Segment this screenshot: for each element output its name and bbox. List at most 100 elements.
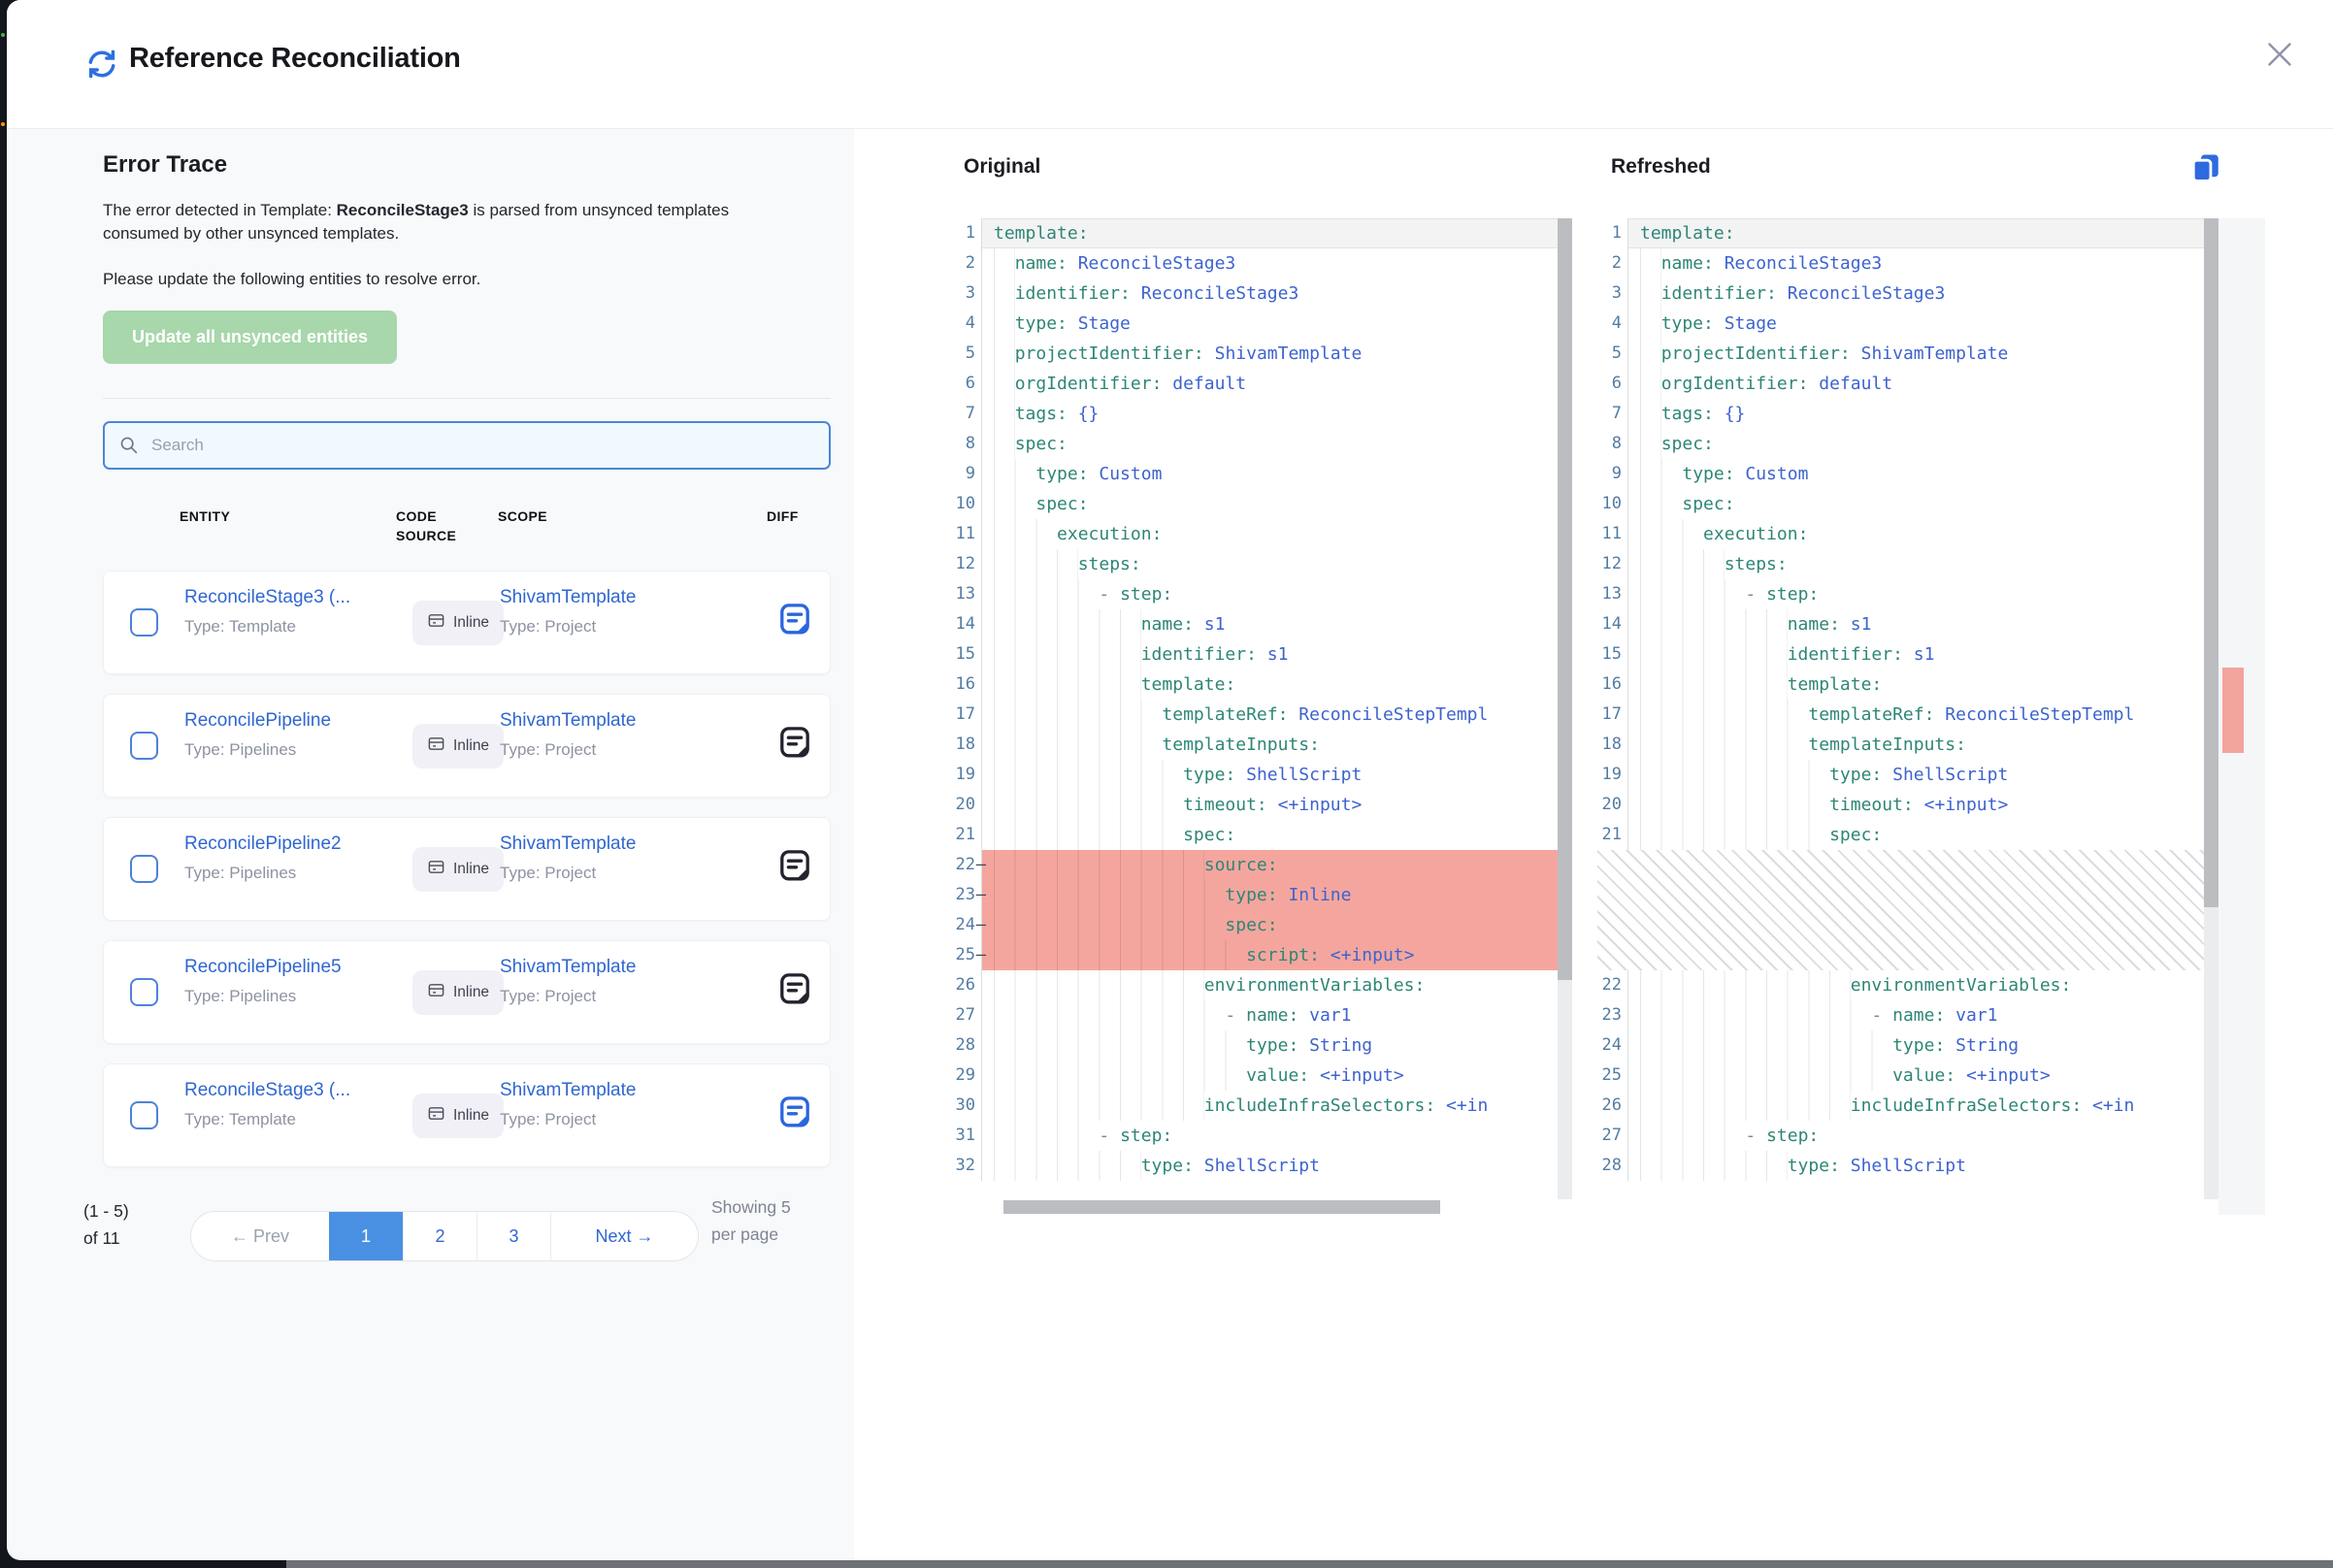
code-line: 4 type: Stage <box>951 309 1572 339</box>
code-source-badge: Inline <box>412 970 504 1015</box>
line-number: 14 <box>1597 609 1628 639</box>
diff-file-icon[interactable] <box>777 971 812 1006</box>
line-number: 16 <box>1597 670 1628 700</box>
entity-name-link[interactable]: ReconcilePipeline <box>184 710 331 732</box>
row-checkbox[interactable] <box>130 732 158 760</box>
code-line: 23– type: Inline <box>951 880 1572 910</box>
line-number: 6 <box>951 369 982 399</box>
refreshed-code-panel: 1template:2 name: ReconcileStage33 ident… <box>1597 218 2218 1215</box>
entity-name-link[interactable]: ReconcilePipeline5 <box>184 957 342 978</box>
code-source-label: Inline <box>453 1107 489 1125</box>
diff-file-icon[interactable] <box>777 848 812 883</box>
background-speck <box>1 33 5 37</box>
code-line: 28 type: String <box>951 1030 1572 1061</box>
inline-storage-icon <box>427 981 445 1004</box>
scope-name-link[interactable]: ShivamTemplate <box>500 833 636 855</box>
line-number: 7 <box>951 399 982 429</box>
line-number: 4 <box>951 309 982 339</box>
code-line: 19 type: ShellScript <box>951 760 1572 790</box>
entity-name-link[interactable]: ReconcileStage3 (... <box>184 1080 350 1101</box>
entity-name-link[interactable]: ReconcileStage3 (... <box>184 587 350 608</box>
table-row: ReconcilePipelineType: PipelinesInlineSh… <box>103 694 831 798</box>
line-number: 28 <box>1597 1151 1628 1181</box>
line-number: 19 <box>1597 760 1628 790</box>
background-speck <box>1 122 5 126</box>
code-line: 10 spec: <box>1597 489 2218 519</box>
diff-change-marker[interactable] <box>2222 668 2244 753</box>
code-line: 12 steps: <box>951 549 1572 579</box>
line-number: 21 <box>951 820 982 850</box>
next-page-button[interactable]: Next → <box>550 1212 698 1260</box>
code-line: 25– script: <+input> <box>951 940 1572 970</box>
code-line: 21 spec: <box>1597 820 2218 850</box>
refreshed-vertical-scrollbar-thumb[interactable] <box>2204 218 2218 907</box>
line-number: 31 <box>951 1121 982 1151</box>
line-number: 11 <box>1597 519 1628 549</box>
page-button-2[interactable]: 2 <box>403 1212 476 1260</box>
code-line: 11 execution: <box>1597 519 2218 549</box>
scope-type-label: Type: Project <box>500 1110 596 1129</box>
line-number: 18 <box>1597 730 1628 760</box>
scope-name-link[interactable]: ShivamTemplate <box>500 1080 636 1101</box>
code-line: 2 name: ReconcileStage3 <box>1597 248 2218 278</box>
copy-icon[interactable] <box>2189 151 2222 184</box>
code-line: 20 timeout: <+input> <box>1597 790 2218 820</box>
line-number: 29 <box>951 1061 982 1091</box>
row-checkbox[interactable] <box>130 1101 158 1129</box>
code-source-badge: Inline <box>412 601 504 645</box>
inline-storage-icon <box>427 735 445 758</box>
pagination: ← Prev 123 Next → <box>190 1211 699 1261</box>
update-all-unsynced-entities-button[interactable]: Update all unsynced entities <box>103 310 397 364</box>
code-line: 12 steps: <box>1597 549 2218 579</box>
entity-type-label: Type: Pipelines <box>184 987 296 1006</box>
line-number: 19 <box>951 760 982 790</box>
line-number: 28 <box>951 1030 982 1061</box>
underlying-page-scrollbar[interactable] <box>286 1560 2333 1568</box>
refreshed-panel-title: Refreshed <box>1611 155 1711 179</box>
diff-gap-hatched <box>1597 850 2218 970</box>
diff-file-icon[interactable] <box>777 602 812 637</box>
code-line: 2 name: ReconcileStage3 <box>951 248 1572 278</box>
code-line: 27 - step: <box>1597 1121 2218 1151</box>
diff-file-icon[interactable] <box>777 1094 812 1129</box>
line-number: 4 <box>1597 309 1628 339</box>
code-line: 9 type: Custom <box>951 459 1572 489</box>
entity-type-label: Type: Pipelines <box>184 864 296 883</box>
code-line: 10 spec: <box>951 489 1572 519</box>
scope-name-link[interactable]: ShivamTemplate <box>500 710 636 732</box>
row-checkbox[interactable] <box>130 978 158 1006</box>
diff-file-icon[interactable] <box>777 725 812 760</box>
code-source-label: Inline <box>453 984 489 1001</box>
table-row: ReconcileStage3 (...Type: TemplateInline… <box>103 571 831 674</box>
entity-type-label: Type: Pipelines <box>184 740 296 760</box>
code-line: 16 template: <box>1597 670 2218 700</box>
page-button-1[interactable]: 1 <box>329 1212 403 1260</box>
line-number: 9 <box>1597 459 1628 489</box>
code-line: 31 - step: <box>951 1121 1572 1151</box>
code-line: 1template: <box>1597 218 2218 248</box>
code-source-label: Inline <box>453 614 489 632</box>
original-vertical-scrollbar-thumb[interactable] <box>1558 218 1572 980</box>
row-checkbox[interactable] <box>130 855 158 883</box>
line-number: 8 <box>1597 429 1628 459</box>
code-line: 11 execution: <box>951 519 1572 549</box>
code-line: 16 template: <box>951 670 1572 700</box>
scope-name-link[interactable]: ShivamTemplate <box>500 957 636 978</box>
code-line: 22– source: <box>951 850 1572 880</box>
code-line: 28 type: ShellScript <box>1597 1151 2218 1181</box>
row-checkbox[interactable] <box>130 608 158 637</box>
prev-page-button[interactable]: ← Prev <box>191 1212 329 1260</box>
page-button-3[interactable]: 3 <box>476 1212 550 1260</box>
code-line: 27 - name: var1 <box>951 1000 1572 1030</box>
entity-name-link[interactable]: ReconcilePipeline2 <box>184 833 342 855</box>
original-horizontal-scrollbar-thumb[interactable] <box>1003 1200 1440 1214</box>
scope-name-link[interactable]: ShivamTemplate <box>500 587 636 608</box>
code-line: 9 type: Custom <box>1597 459 2218 489</box>
code-line: 22 environmentVariables: <box>1597 970 2218 1000</box>
scope-type-label: Type: Project <box>500 864 596 883</box>
code-line: 6 orgIdentifier: default <box>951 369 1572 399</box>
close-icon[interactable] <box>2262 37 2297 72</box>
search-input[interactable] <box>151 436 815 455</box>
code-line: 7 tags: {} <box>951 399 1572 429</box>
code-line: 4 type: Stage <box>1597 309 2218 339</box>
